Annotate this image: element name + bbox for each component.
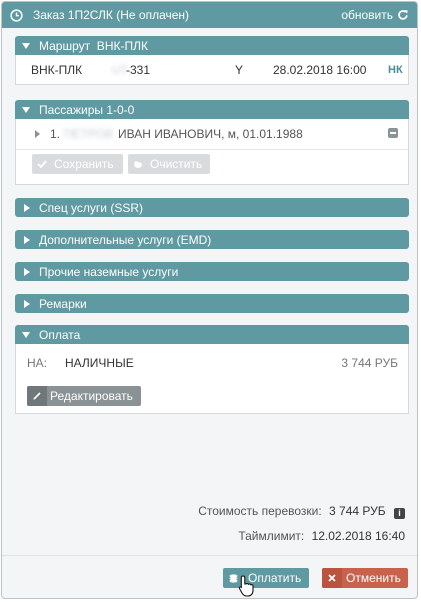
- check-icon: [32, 154, 52, 174]
- hand-cursor-icon: [238, 575, 254, 597]
- refresh-button[interactable]: обновить: [341, 8, 409, 22]
- ground-services-section-title: Прочие наземные услуги: [39, 264, 179, 279]
- remarks-section: Ремарки: [15, 294, 409, 313]
- passenger-index: 1.: [50, 127, 61, 141]
- emd-section-title: Дополнительные услуги (EMD): [39, 232, 212, 247]
- ssr-section-header[interactable]: Спец услуги (SSR): [15, 198, 409, 217]
- close-icon: [322, 568, 342, 588]
- window-title: Заказ 1П2СЛК (Не оплачен): [33, 8, 190, 22]
- segment-class: Y: [235, 62, 244, 77]
- passenger-row[interactable]: 1. ПЕТРОВ ИВАН ИВАНОВИЧ, м, 01.01.1988: [16, 119, 408, 150]
- payment-section-header[interactable]: Оплата: [15, 325, 409, 344]
- ground-services-section-header[interactable]: Прочие наземные услуги: [15, 262, 409, 281]
- info-icon[interactable]: i: [394, 508, 405, 519]
- expand-arrow-icon[interactable]: [35, 130, 40, 138]
- timelimit-summary: Таймлимит: 12.02.2018 16:40: [238, 529, 405, 543]
- edit-payment-label: Редактировать: [50, 389, 133, 403]
- emd-section-header[interactable]: Дополнительные услуги (EMD): [15, 230, 409, 249]
- payment-method-name: НАЛИЧНЫЕ: [65, 356, 134, 370]
- ground-services-section: Прочие наземные услуги: [15, 262, 409, 281]
- refresh-icon: [398, 10, 408, 20]
- cancel-button[interactable]: Отменить: [322, 568, 408, 588]
- chevron-right-icon: [24, 299, 30, 308]
- chevron-down-icon: [22, 42, 30, 49]
- remarks-section-header[interactable]: Ремарки: [15, 294, 409, 313]
- payment-method-code: НА:: [27, 356, 48, 370]
- cost-value: 3 744 РУБ: [329, 504, 386, 518]
- clock-icon: [10, 8, 23, 22]
- route-segment-row[interactable]: ВНК-ПЛК UT -331 Y 28.02.2018 16:00 НК: [15, 55, 409, 85]
- refresh-label: обновить: [341, 8, 393, 22]
- ssr-section: Спец услуги (SSR): [15, 198, 409, 217]
- segment-status: НК: [388, 63, 403, 76]
- window-titlebar: Заказ 1П2СЛК (Не оплачен) обновить: [2, 2, 417, 28]
- passenger-details: ИВАН ИВАНОВИЧ, м, 01.01.1988: [118, 127, 303, 141]
- save-button[interactable]: Сохранить: [32, 154, 123, 174]
- segment-datetime: 28.02.2018 16:00: [273, 62, 367, 77]
- passengers-section: Пассажиры 1-0-0 1. ПЕТРОВ ИВАН ИВАНОВИЧ,…: [15, 100, 409, 185]
- footer-divider: [2, 555, 417, 556]
- order-window: Заказ 1П2СЛК (Не оплачен) обновить Маршр…: [1, 1, 418, 599]
- ssr-section-title: Спец услуги (SSR): [39, 200, 143, 215]
- chevron-right-icon: [24, 203, 30, 212]
- edit-payment-button[interactable]: Редактировать: [27, 386, 141, 406]
- route-section-title: Маршрут ВНК-ПЛК: [39, 38, 148, 53]
- timelimit-value: 12.02.2018 16:40: [311, 529, 405, 543]
- passengers-section-title: Пассажиры 1-0-0: [39, 102, 135, 117]
- payment-body: НА: НАЛИЧНЫЕ 3 744 РУБ Редактировать: [15, 344, 409, 414]
- segment-flight: -331: [126, 62, 151, 77]
- route-section-header[interactable]: Маршрут ВНК-ПЛК: [15, 36, 409, 55]
- payment-section-title: Оплата: [39, 327, 81, 342]
- eraser-icon: [128, 154, 148, 174]
- payment-section: Оплата НА: НАЛИЧНЫЕ 3 744 РУБ Редактиров…: [15, 325, 409, 414]
- chevron-down-icon: [22, 331, 30, 338]
- passenger-surname-hidden: ПЕТРОВ: [64, 127, 114, 141]
- clear-label: Очистить: [150, 157, 203, 171]
- pay-button[interactable]: Оплатить: [223, 568, 309, 588]
- save-label: Сохранить: [54, 157, 114, 171]
- clear-button[interactable]: Очистить: [128, 154, 210, 174]
- chevron-right-icon: [24, 235, 30, 244]
- cost-label: Стоимость перевозки:: [198, 504, 322, 518]
- cancel-label: Отменить: [346, 571, 401, 585]
- emd-section: Дополнительные услуги (EMD): [15, 230, 409, 249]
- payment-amount: 3 744 РУБ: [341, 356, 398, 370]
- remarks-section-title: Ремарки: [39, 296, 87, 311]
- route-section: Маршрут ВНК-ПЛК ВНК-ПЛК UT -331 Y 28.02.…: [15, 36, 409, 85]
- passengers-section-header[interactable]: Пассажиры 1-0-0: [15, 100, 409, 119]
- cost-summary: Стоимость перевозки: 3 744 РУБ i: [198, 504, 405, 519]
- segment-route: ВНК-ПЛК: [31, 62, 83, 77]
- pencil-icon: [27, 386, 47, 406]
- remove-passenger-icon[interactable]: [388, 128, 398, 138]
- timelimit-label: Таймлимит:: [238, 529, 305, 543]
- chevron-down-icon: [22, 106, 30, 113]
- chevron-right-icon: [24, 267, 30, 276]
- passengers-body: 1. ПЕТРОВ ИВАН ИВАНОВИЧ, м, 01.01.1988 С…: [15, 119, 409, 185]
